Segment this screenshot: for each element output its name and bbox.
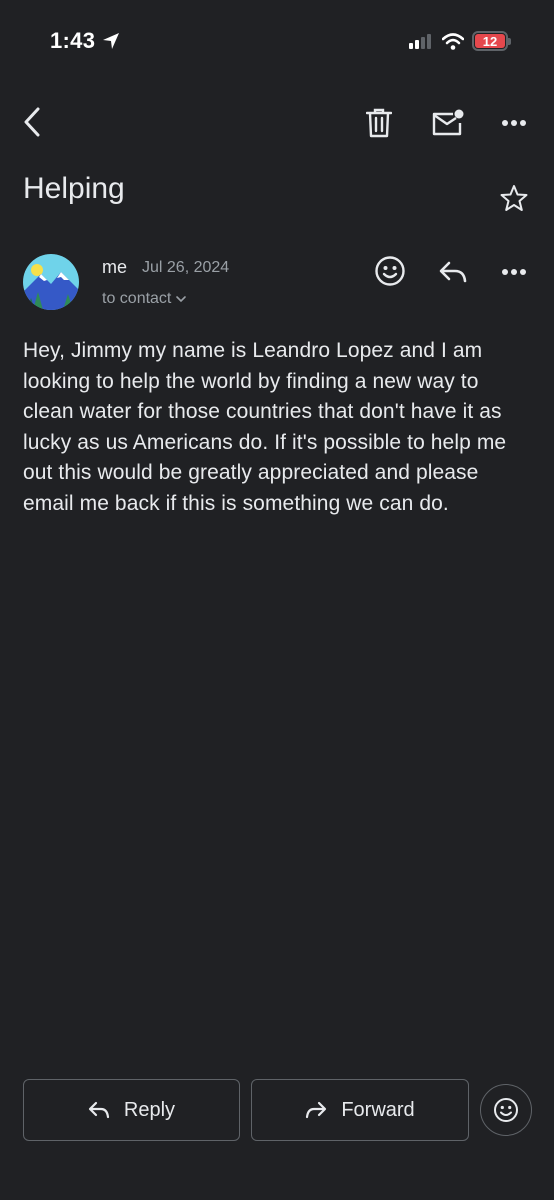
status-time: 1:43 [50, 28, 121, 54]
status-time-label: 1:43 [50, 28, 96, 53]
back-icon [24, 107, 40, 137]
wifi-icon [442, 32, 464, 50]
emoji-icon [375, 256, 405, 286]
email-subject: Helping [23, 172, 125, 205]
forward-icon [306, 1101, 327, 1119]
battery-icon: 12 [472, 31, 511, 51]
email-date: Jul 26, 2024 [142, 259, 230, 276]
reply-icon [439, 261, 467, 283]
status-indicators: 12 [408, 31, 511, 51]
chevron-down-icon [176, 296, 187, 303]
reply-button[interactable]: Reply [23, 1079, 240, 1141]
mark-unread-icon [432, 109, 464, 136]
reply-icon-button[interactable] [435, 256, 471, 288]
more-icon [502, 120, 526, 126]
back-button[interactable] [14, 104, 50, 140]
forward-button-label: Forward [341, 1098, 415, 1121]
sender-name: me [102, 257, 128, 277]
message-more-button[interactable] [496, 258, 532, 286]
reply-icon [88, 1101, 110, 1119]
add-reaction-button[interactable] [372, 253, 408, 289]
mountain-avatar-icon [23, 254, 79, 310]
forward-button[interactable]: Forward [251, 1079, 469, 1141]
star-button[interactable] [498, 182, 530, 214]
sender-avatar[interactable] [23, 254, 79, 310]
delete-icon [366, 108, 392, 138]
location-arrow-icon [103, 33, 120, 49]
delete-button[interactable] [360, 104, 398, 142]
more-icon [502, 269, 526, 275]
reply-button-label: Reply [123, 1098, 176, 1121]
mark-unread-button[interactable] [428, 104, 468, 142]
recipient-details-toggle[interactable]: to contact [102, 290, 187, 308]
more-options-button[interactable] [496, 108, 532, 138]
email-body: Hey, Jimmy my name is Leandro Lopez and … [23, 339, 507, 515]
battery-level: 12 [475, 34, 505, 49]
star-icon [500, 185, 528, 211]
recipient-label: to contact [102, 290, 172, 307]
emoji-reaction-button[interactable] [480, 1084, 532, 1136]
signal-icon [409, 34, 431, 49]
emoji-icon [494, 1098, 518, 1122]
